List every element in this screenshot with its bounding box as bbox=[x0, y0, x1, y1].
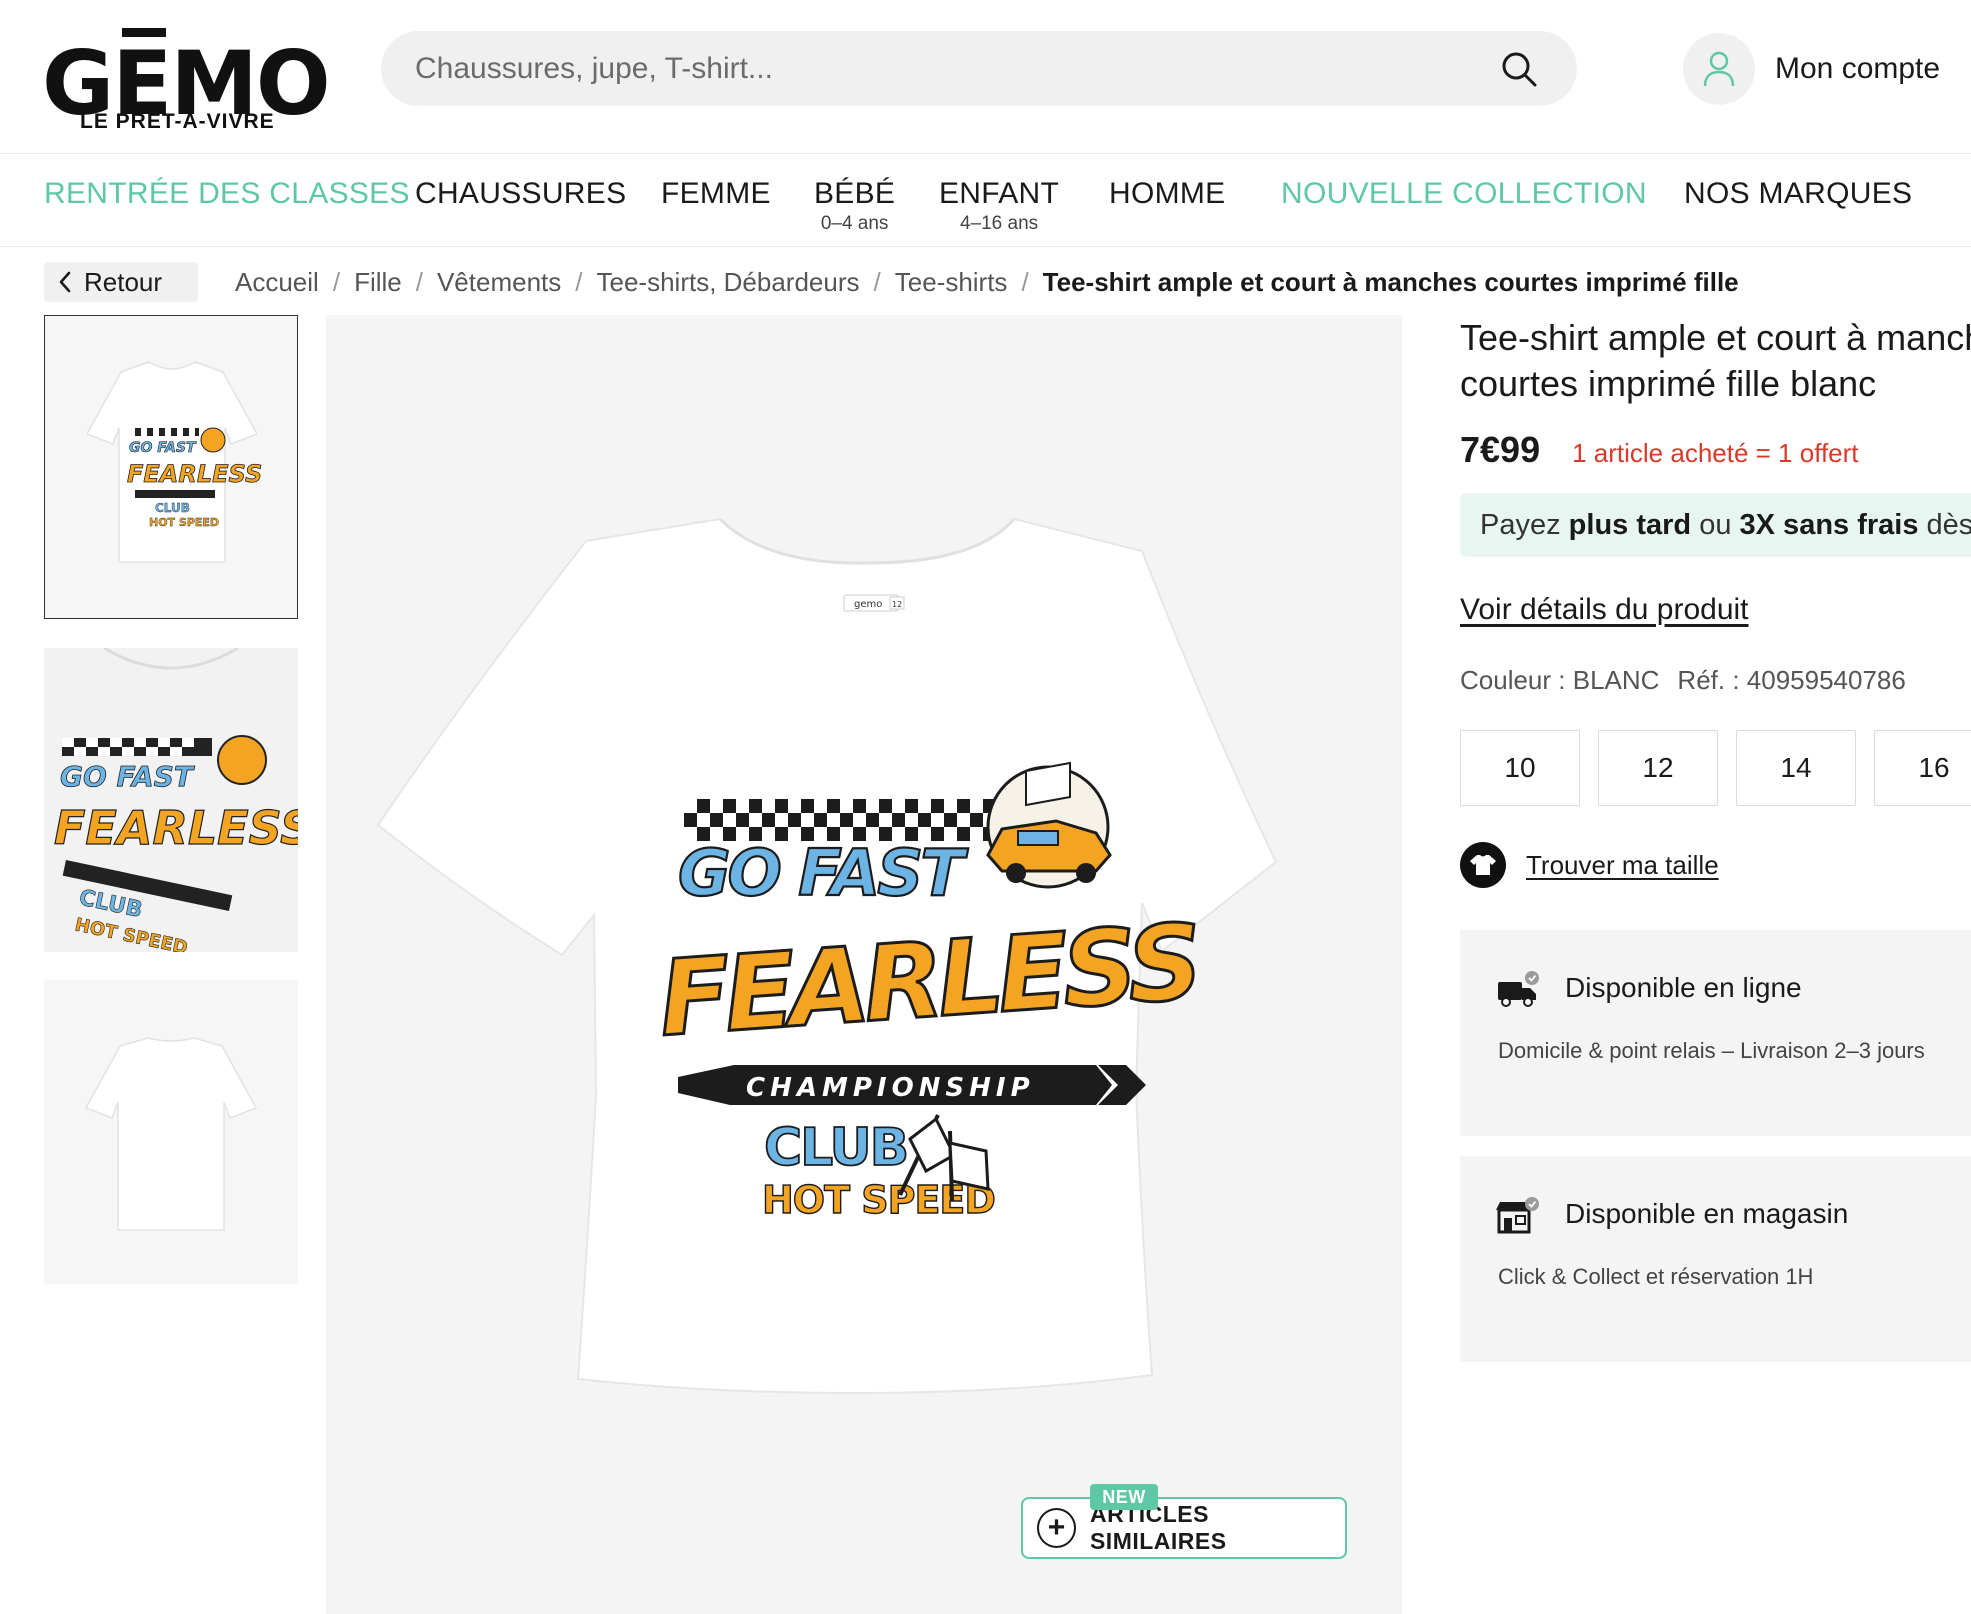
price-row: 7€99 1 article acheté = 1 offert bbox=[1460, 429, 1971, 471]
availability-online-title: Disponible en ligne bbox=[1565, 972, 1802, 1003]
size-option-10[interactable]: 10 bbox=[1460, 730, 1580, 806]
back-label: Retour bbox=[84, 266, 163, 297]
product-price: 7€99 bbox=[1460, 429, 1541, 470]
similar-articles-button[interactable]: + ARTICLES SIMILAIRES bbox=[1021, 1497, 1347, 1559]
size-option-12[interactable]: 12 bbox=[1598, 730, 1718, 806]
breadcrumb-current: Tee-shirt ample et court à manches court… bbox=[1042, 266, 1739, 297]
availability-store: Disponible en magasin Click & Collect et… bbox=[1460, 1156, 1971, 1362]
user-icon bbox=[1683, 33, 1755, 105]
breadcrumb-vetements[interactable]: Vêtements bbox=[437, 267, 561, 298]
size-selector: 10 12 14 16 bbox=[1460, 730, 1971, 806]
size-option-14[interactable]: 14 bbox=[1736, 730, 1856, 806]
breadcrumb-separator: / bbox=[1021, 266, 1029, 297]
nav-item-femme[interactable]: FEMME bbox=[661, 177, 771, 211]
breadcrumb-tee-shirts[interactable]: Tee-shirts bbox=[895, 267, 1008, 298]
tshirt-front-thumbnail-image: GO FAST FEARLESS CLUB HOT SPEED bbox=[45, 316, 297, 618]
logo-tagline: LE PRÊT-À-VIVRE bbox=[80, 110, 275, 133]
svg-text:FEARLESS: FEARLESS bbox=[54, 801, 298, 855]
promo-text: 1 article acheté = 1 offert bbox=[1572, 438, 1859, 468]
pay-three-times: 3X sans frais bbox=[1739, 508, 1919, 541]
thumbnail-detail[interactable]: GO FAST FEARLESS CLUB HOT SPEED bbox=[44, 648, 298, 952]
pay-or: ou bbox=[1699, 508, 1732, 541]
svg-text:GO FAST: GO FAST bbox=[60, 760, 195, 793]
search-input[interactable] bbox=[415, 31, 1475, 106]
new-badge: NEW bbox=[1090, 1484, 1158, 1510]
account-label: Mon compte bbox=[1775, 52, 1941, 85]
breadcrumb-separator: / bbox=[873, 266, 881, 297]
nav-item-nouvelle-collection[interactable]: NOUVELLE COLLECTION bbox=[1281, 177, 1647, 211]
checkered-flag-strip bbox=[684, 799, 996, 841]
nav-sub-bebe: 0–4 ans bbox=[820, 213, 889, 234]
svg-text:HOT SPEED: HOT SPEED bbox=[149, 516, 219, 529]
search-icon[interactable] bbox=[1499, 49, 1539, 89]
print-championship: CHAMPIONSHIP bbox=[746, 1073, 1035, 1103]
nav-item-bebe[interactable]: BÉBÉ 0–4 ans bbox=[814, 177, 895, 235]
find-size-label: Trouver ma taille bbox=[1526, 849, 1719, 880]
nav-item-rentree[interactable]: RENTRÉE DES CLASSES bbox=[44, 177, 410, 211]
product-meta: Couleur : BLANC Réf. : 40959540786 bbox=[1460, 665, 1971, 696]
svg-text:FEARLESS: FEARLESS bbox=[127, 460, 262, 488]
tshirt-icon bbox=[1460, 842, 1506, 888]
nav-item-chaussures[interactable]: CHAUSSURES bbox=[415, 177, 626, 211]
truck-icon bbox=[1498, 971, 1539, 1007]
breadcrumb-separator: / bbox=[332, 266, 341, 297]
product-info-panel: Tee-shirt ample et court à manches court… bbox=[1460, 315, 1971, 1614]
availability-online: Disponible en ligne Domicile & point rel… bbox=[1460, 930, 1971, 1136]
availability-store-desc: Click & Collect et réservation 1H bbox=[1498, 1264, 1814, 1289]
breadcrumb-tee-shirts-debardeurs[interactable]: Tee-shirts, Débardeurs bbox=[597, 267, 860, 298]
breadcrumb-accueil[interactable]: Accueil bbox=[235, 267, 319, 298]
print-go-fast: GO FAST bbox=[678, 837, 968, 911]
thumbnail-back[interactable] bbox=[44, 980, 298, 1284]
tshirt-main-image: gemo 12 GO FAST FEARLESS CHAMPIONSHIP CL… bbox=[326, 315, 1402, 1614]
size-option-16[interactable]: 16 bbox=[1874, 730, 1971, 806]
nav-item-nos-marques[interactable]: NOS MARQUES bbox=[1684, 177, 1912, 211]
site-header: GEMO LE PRÊT-À-VIVRE Mon compte bbox=[0, 0, 1971, 154]
search-bar bbox=[381, 31, 1577, 106]
print-hot-speed: HOT SPEED bbox=[762, 1178, 995, 1222]
plus-circle-icon: + bbox=[1037, 1508, 1076, 1548]
print-club: CLUB bbox=[764, 1118, 907, 1178]
pay-suffix: dès bbox=[1926, 508, 1971, 541]
find-size-link[interactable]: Trouver ma taille bbox=[1460, 842, 1971, 888]
availability-store-title: Disponible en magasin bbox=[1565, 1198, 1849, 1229]
availability-online-desc: Domicile & point relais – Livraison 2–3 … bbox=[1498, 1038, 1925, 1063]
breadcrumb-separator: / bbox=[415, 266, 423, 297]
chevron-left-icon bbox=[59, 271, 71, 293]
nav-item-enfant[interactable]: ENFANT 4–16 ans bbox=[939, 177, 1059, 235]
nav-item-homme[interactable]: HOMME bbox=[1109, 177, 1226, 211]
payment-banner[interactable]: Payez plus tard ou 3X sans frais dès bbox=[1460, 493, 1971, 557]
svg-text:GO FAST: GO FAST bbox=[129, 440, 197, 456]
color-label: Couleur : BLANC bbox=[1460, 665, 1660, 695]
garment-size-label: 12 bbox=[892, 600, 902, 609]
product-title: Tee-shirt ample et court à manches court… bbox=[1460, 317, 1971, 404]
store-icon bbox=[1496, 1197, 1539, 1234]
back-button[interactable]: Retour bbox=[44, 262, 198, 302]
tshirt-back-thumbnail-image bbox=[44, 980, 298, 1284]
pay-later: plus tard bbox=[1568, 508, 1692, 541]
nav-sub-enfant: 4–16 ans bbox=[959, 213, 1039, 234]
reference-label: Réf. : 40959540786 bbox=[1677, 665, 1906, 695]
tshirt-detail-thumbnail-image: GO FAST FEARLESS CLUB HOT SPEED bbox=[44, 648, 298, 952]
svg-text:CLUB: CLUB bbox=[155, 501, 190, 515]
main-nav: RENTRÉE DES CLASSES CHAUSSURES FEMME BÉB… bbox=[0, 155, 1971, 247]
account-button[interactable]: Mon compte bbox=[1683, 33, 1940, 105]
pay-prefix: Payez bbox=[1480, 508, 1561, 541]
garment-brand-label: gemo bbox=[854, 599, 882, 610]
breadcrumb: Accueil / Fille / Vêtements / Tee-shirts… bbox=[235, 264, 1739, 300]
product-details-link[interactable]: Voir détails du produit bbox=[1460, 593, 1971, 627]
main-product-image[interactable]: gemo 12 GO FAST FEARLESS CHAMPIONSHIP CL… bbox=[326, 315, 1402, 1614]
thumbnail-front[interactable]: GO FAST FEARLESS CLUB HOT SPEED bbox=[44, 315, 298, 619]
gemo-logo[interactable]: GEMO LE PRÊT-À-VIVRE bbox=[42, 24, 331, 136]
breadcrumb-fille[interactable]: Fille bbox=[354, 267, 402, 298]
breadcrumb-separator: / bbox=[575, 266, 583, 297]
